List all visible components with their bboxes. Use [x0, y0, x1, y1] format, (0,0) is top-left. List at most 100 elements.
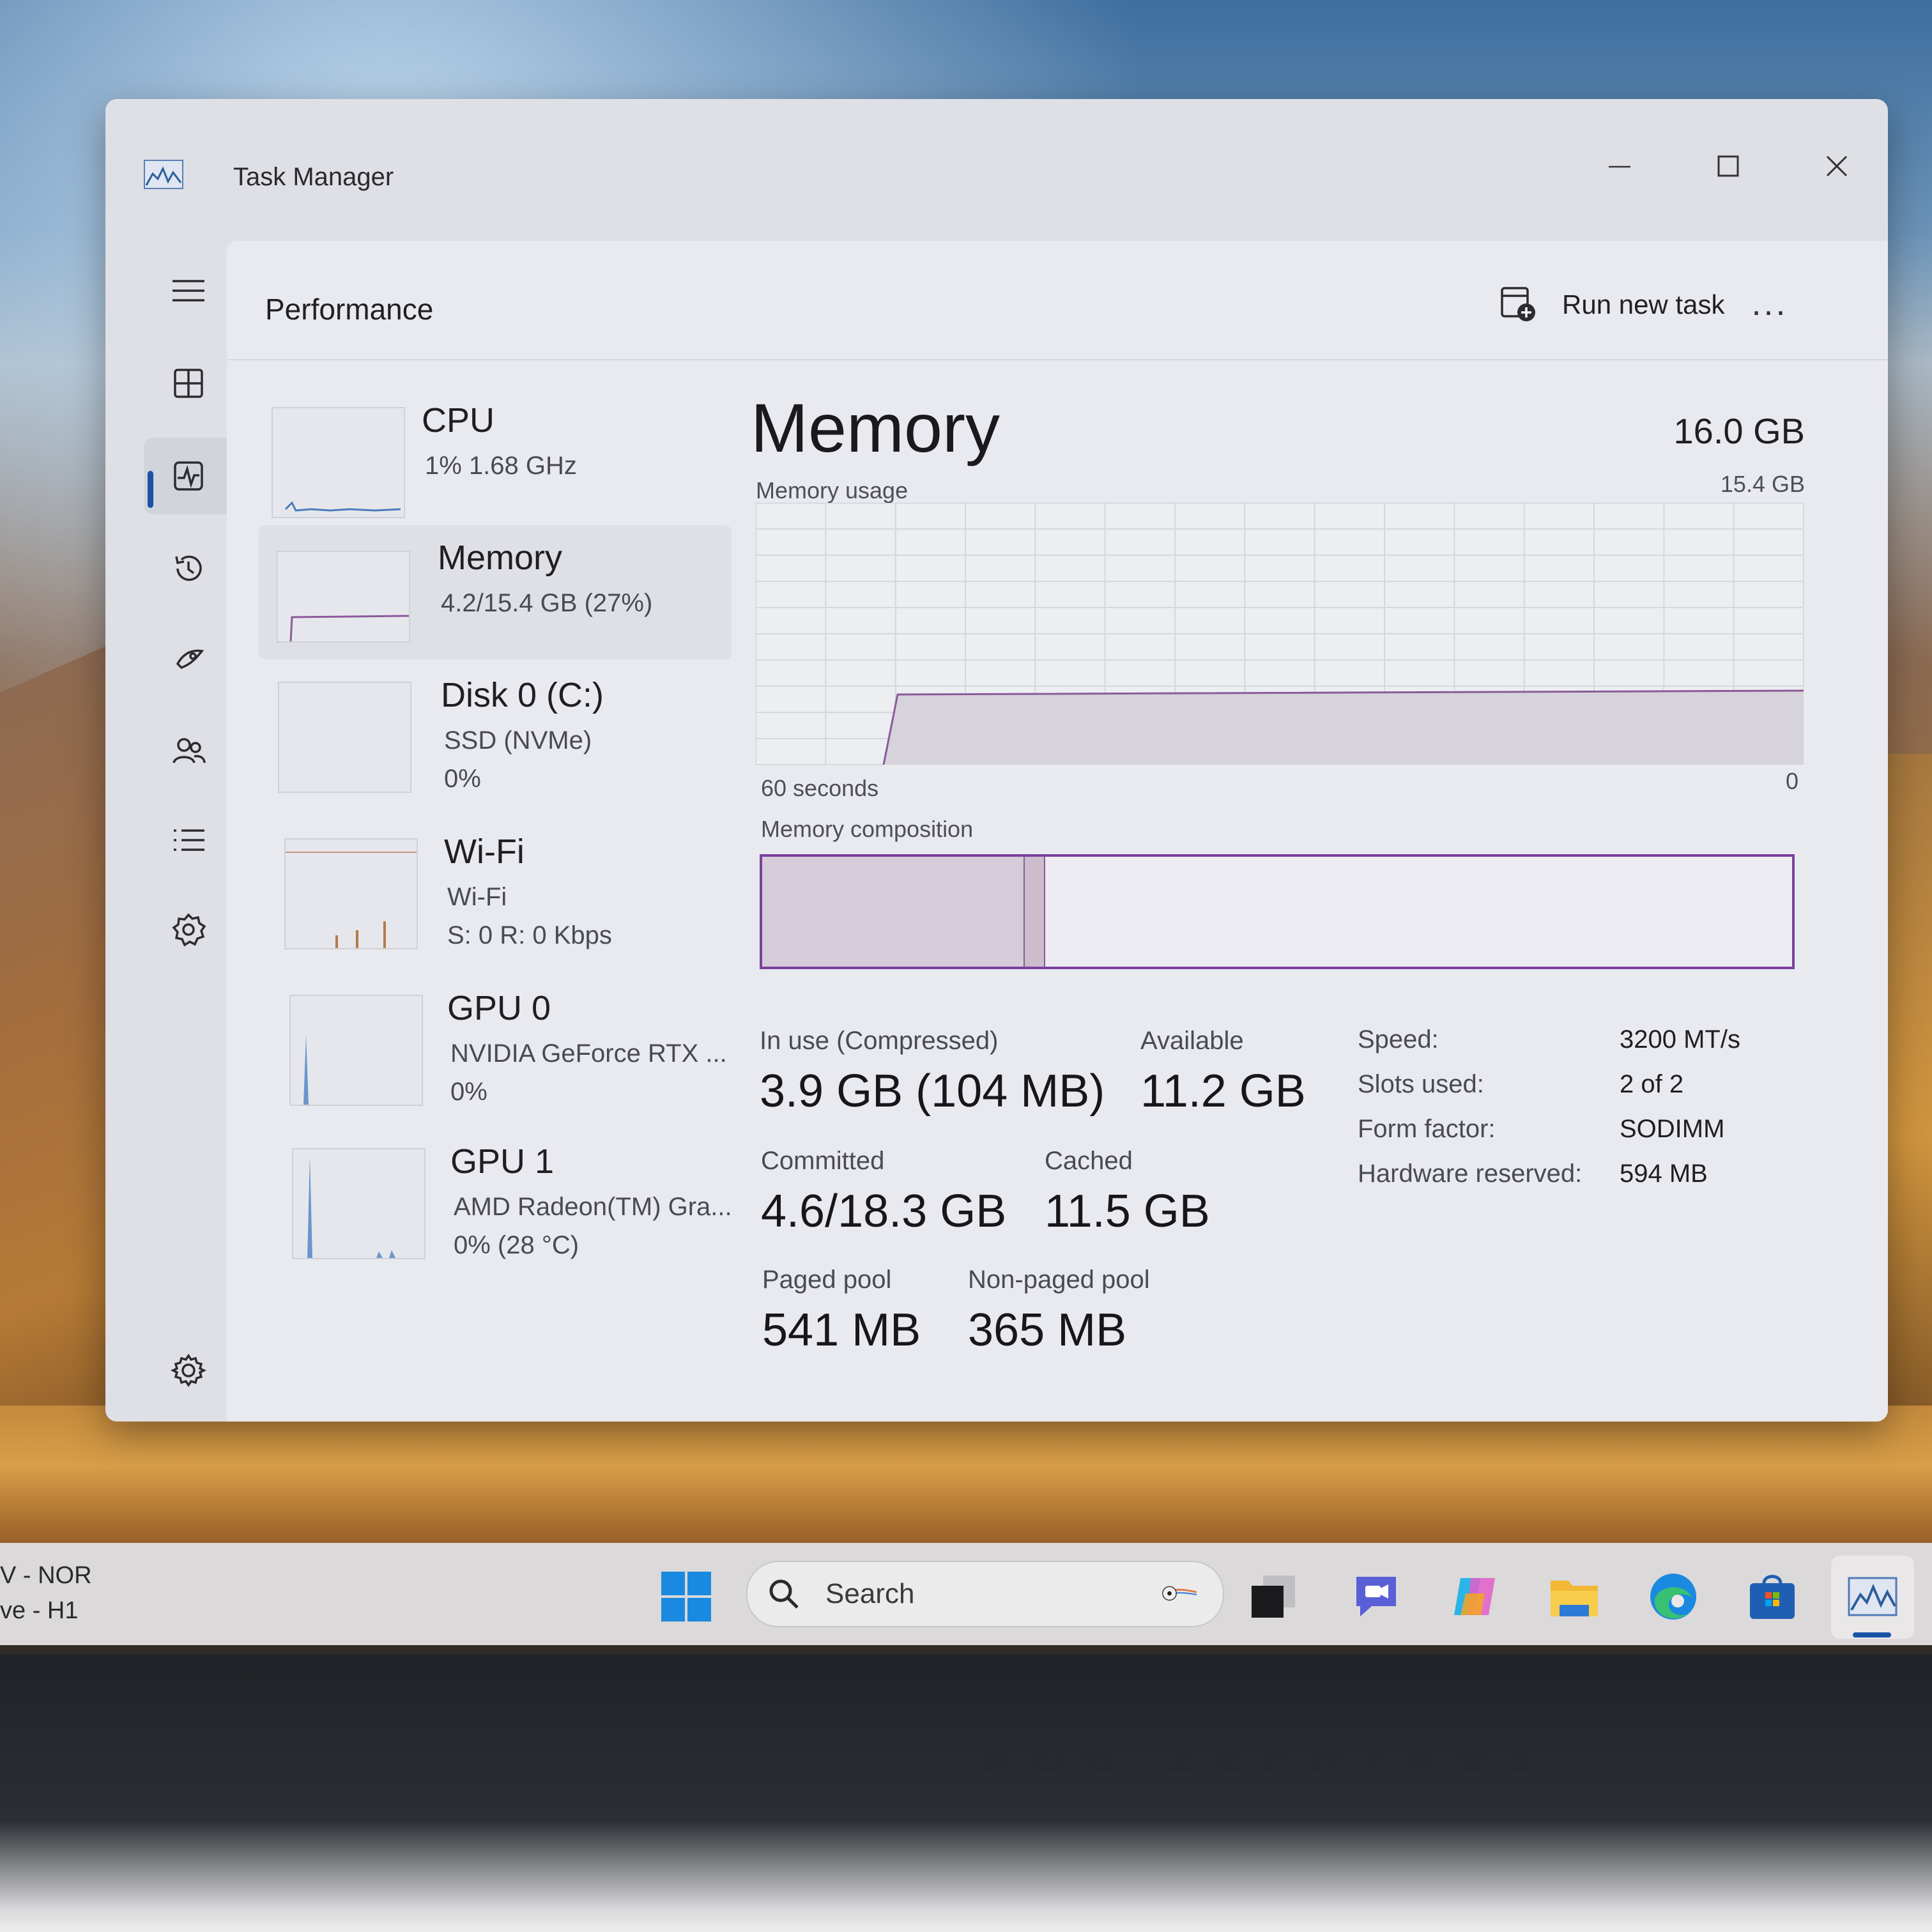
minimize-icon [1609, 165, 1630, 168]
device-name: Disk 0 (C:) [441, 676, 604, 714]
file-explorer-icon [1551, 1581, 1598, 1616]
device-name: GPU 1 [450, 1142, 555, 1181]
spec-hardware-reserved-label: Hardware reserved: [1358, 1160, 1583, 1188]
task-manager-app-icon [144, 160, 183, 189]
device-detail: 1% 1.68 GHz [425, 452, 577, 480]
device-detail: 0% (28 °C) [454, 1231, 579, 1259]
available-label: Available [1140, 1027, 1244, 1055]
start-button[interactable] [658, 1568, 714, 1625]
available-value: 11.2 GB [1140, 1066, 1306, 1117]
nav-app-history[interactable] [144, 530, 233, 607]
device-list: CPU 1% 1.68 GHz Memory 4.2/15.4 GB (27%)… [259, 388, 751, 1410]
nav-users[interactable] [144, 712, 233, 789]
device-detail: S: 0 R: 0 Kbps [447, 921, 612, 949]
memory-usage-max: 15.4 GB [1720, 471, 1805, 497]
settings-icon [171, 1353, 206, 1388]
task-manager-icon [1848, 1577, 1897, 1616]
meet-button[interactable] [1348, 1568, 1404, 1625]
nav-startup-apps[interactable] [144, 620, 233, 696]
spec-speed-label: Speed: [1358, 1025, 1439, 1054]
close-icon [1826, 155, 1848, 177]
wifi-mini-graph [286, 852, 417, 948]
file-explorer-button[interactable] [1546, 1568, 1602, 1625]
performance-icon [174, 461, 203, 491]
device-gpu-1[interactable]: GPU 1 AMD Radeon(TM) Gra... 0% (28 °C) [259, 1129, 732, 1263]
startup-apps-icon [176, 649, 204, 670]
run-new-task-label: Run new task [1562, 289, 1725, 319]
committed-label: Committed [761, 1147, 885, 1175]
app-history-icon [175, 555, 202, 581]
device-detail: 0% [450, 1078, 487, 1106]
spec-form-factor-value: SODIMM [1620, 1115, 1725, 1143]
device-disk-0[interactable]: Disk 0 (C:) SSD (NVMe) 0% [259, 663, 732, 797]
page-title: Performance [265, 293, 434, 326]
memory-usage-label: Memory usage [756, 477, 908, 503]
active-indicator [148, 471, 153, 508]
memory-composition-bar [760, 854, 1795, 969]
nav-processes[interactable] [144, 345, 233, 422]
nav-performance[interactable] [144, 438, 233, 514]
graph-axis-right: 0 [1785, 768, 1798, 794]
close-button[interactable] [1798, 131, 1875, 201]
nav-services[interactable] [144, 891, 233, 968]
device-detail: 0% [444, 765, 481, 793]
window-title: Task Manager [233, 163, 394, 191]
gpu1-mini-graph [307, 1156, 395, 1258]
store-icon [1750, 1575, 1795, 1619]
minimize-button[interactable] [1581, 131, 1658, 201]
menu-icon [172, 280, 204, 302]
paged-pool-value: 541 MB [762, 1305, 921, 1356]
cpu-thumbnail [272, 407, 405, 518]
search-icon [769, 1579, 799, 1609]
search-placeholder: Search [825, 1578, 915, 1609]
start-icon [661, 1572, 711, 1621]
taskbar-search[interactable]: Search [746, 1561, 1224, 1627]
device-wifi[interactable]: Wi-Fi Wi-Fi S: 0 R: 0 Kbps [259, 819, 732, 953]
spec-speed-value: 3200 MT/s [1620, 1025, 1740, 1054]
device-detail: AMD Radeon(TM) Gra... [454, 1193, 732, 1221]
laptop-bezel: ROG ZEPHYRUS [0, 1655, 1932, 1932]
gpu0-mini-graph [303, 1034, 309, 1105]
page-header: Performance Run new task ... [227, 241, 1888, 360]
cached-label: Cached [1045, 1147, 1133, 1175]
nav-details[interactable] [144, 802, 233, 878]
device-name: GPU 0 [447, 989, 551, 1027]
task-manager-window: Task Manager Performance Run new task ..… [105, 99, 1888, 1422]
copilot-icon [1454, 1578, 1495, 1615]
store-button[interactable] [1744, 1568, 1800, 1625]
running-indicator [1853, 1632, 1891, 1637]
non-paged-pool-label: Non-paged pool [968, 1266, 1150, 1294]
task-view-button[interactable] [1246, 1568, 1302, 1625]
detail-title: Memory [751, 389, 1000, 466]
device-gpu-0[interactable]: GPU 0 NVIDIA GeForce RTX ... 0% [259, 976, 732, 1110]
memory-total: 16.0 GB [1673, 411, 1805, 451]
task-manager-taskbar-button[interactable] [1844, 1568, 1901, 1625]
spec-slots-label: Slots used: [1358, 1070, 1484, 1098]
hamburger-menu-button[interactable] [144, 252, 233, 329]
run-task-icon [1501, 287, 1535, 321]
non-paged-pool-value: 365 MB [968, 1305, 1127, 1356]
device-name: CPU [422, 401, 495, 440]
device-cpu[interactable]: CPU 1% 1.68 GHz [259, 388, 732, 522]
device-name: Wi-Fi [444, 832, 525, 871]
maximize-icon [1717, 155, 1739, 177]
details-icon [174, 829, 204, 851]
content-pane: Performance Run new task ... CPU 1% 1.68… [227, 241, 1888, 1422]
services-icon [172, 913, 206, 947]
paged-pool-label: Paged pool [762, 1266, 892, 1294]
memory-usage-graph [756, 503, 1804, 765]
copilot-button[interactable] [1447, 1568, 1503, 1625]
device-detail: SSD (NVMe) [444, 726, 592, 755]
nav-settings[interactable] [144, 1332, 233, 1409]
edge-button[interactable] [1645, 1568, 1701, 1625]
device-memory[interactable]: Memory 4.2/15.4 GB (27%) [259, 525, 732, 659]
maximize-button[interactable] [1690, 131, 1767, 201]
device-name: Memory [438, 539, 563, 577]
in-use-value: 3.9 GB (104 MB) [760, 1066, 1105, 1117]
users-icon [172, 738, 206, 763]
more-options-button[interactable]: ... [1731, 272, 1808, 335]
taskbar-left-text-1: V - NOR [0, 1562, 92, 1589]
run-new-task-button[interactable]: Run new task [1498, 273, 1724, 337]
device-detail: 4.2/15.4 GB (27%) [441, 589, 653, 617]
cpu-mini-graph [284, 501, 401, 512]
